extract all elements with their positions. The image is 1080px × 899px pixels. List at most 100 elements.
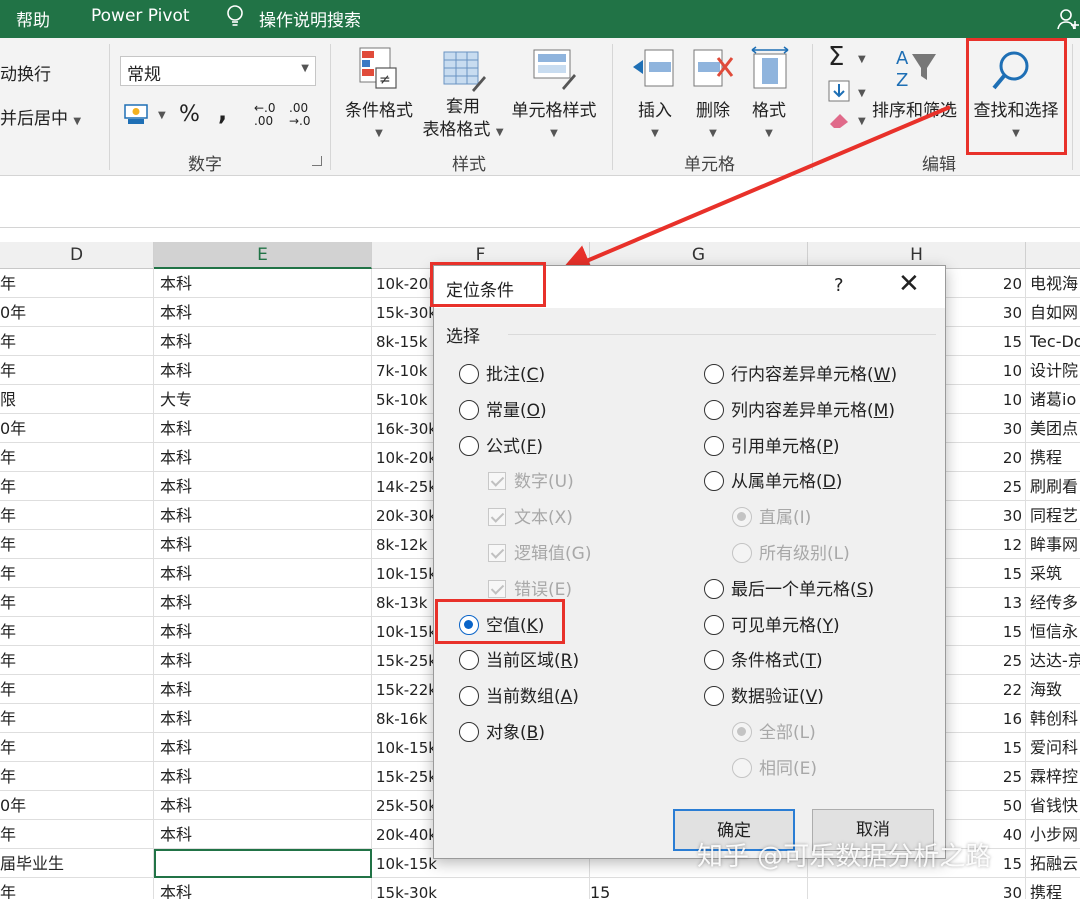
eraser-icon[interactable] bbox=[828, 110, 852, 130]
cell-styles-button[interactable]: 单元格样式 ▼ bbox=[508, 96, 600, 141]
radio-icon[interactable] bbox=[459, 686, 479, 707]
conditional-format-button[interactable]: 条件格式 ▼ bbox=[343, 96, 415, 141]
cell-e[interactable]: 本科 bbox=[154, 298, 372, 327]
chevron-down-icon[interactable]: ▼ bbox=[858, 88, 866, 99]
cell-i[interactable]: 霖梓控 bbox=[1026, 762, 1080, 791]
cell-i[interactable]: 海致 bbox=[1026, 675, 1080, 704]
radio-icon[interactable] bbox=[704, 399, 724, 420]
cell-e[interactable]: 本科 bbox=[154, 530, 372, 559]
option-r-left[interactable]: 当前区域(R) bbox=[459, 646, 579, 671]
radio-icon[interactable] bbox=[704, 686, 724, 707]
cell-d[interactable]: 年 bbox=[0, 269, 154, 298]
chevron-down-icon[interactable]: ▼ bbox=[158, 110, 166, 121]
chevron-down-icon[interactable]: ▼ bbox=[858, 116, 866, 127]
format-button[interactable]: 格式 ▼ bbox=[750, 96, 788, 141]
cell-i[interactable]: 自如网 bbox=[1026, 298, 1080, 327]
cell-e[interactable]: 本科 bbox=[154, 646, 372, 675]
radio-icon[interactable] bbox=[459, 364, 479, 384]
cell-d[interactable]: 年 bbox=[0, 617, 154, 646]
cell-d[interactable]: 年 bbox=[0, 530, 154, 559]
fill-down-icon[interactable] bbox=[828, 80, 850, 102]
cell-d[interactable]: 年 bbox=[0, 559, 154, 588]
merge-center-button[interactable]: 并后居中 ▼ bbox=[0, 104, 81, 129]
cell-e[interactable]: 本科 bbox=[154, 327, 372, 356]
increase-decimal-button[interactable]: ←.0 .00 bbox=[254, 102, 284, 128]
option-m-right[interactable]: 列内容差异单元格(M) bbox=[704, 396, 895, 421]
cell-i[interactable]: 经传多 bbox=[1026, 588, 1080, 617]
cell-d[interactable]: 年 bbox=[0, 443, 154, 472]
option-a-left[interactable]: 当前数组(A) bbox=[459, 682, 579, 707]
option-t-right[interactable]: 条件格式(T) bbox=[704, 646, 823, 671]
cell-d[interactable]: 年 bbox=[0, 675, 154, 704]
cell-i[interactable]: 拓融云 bbox=[1026, 849, 1080, 878]
share-user-icon[interactable] bbox=[1056, 7, 1080, 31]
cell-d[interactable]: 年 bbox=[0, 878, 154, 899]
radio-icon[interactable] bbox=[704, 435, 724, 456]
formula-bar[interactable] bbox=[0, 176, 1080, 228]
help-button[interactable]: ? bbox=[834, 275, 844, 296]
cell-e[interactable]: 本科 bbox=[154, 675, 372, 704]
cell-e[interactable]: 本科 bbox=[154, 356, 372, 385]
delete-button[interactable]: 删除 ▼ bbox=[694, 96, 732, 141]
cell-e[interactable]: 本科 bbox=[154, 704, 372, 733]
radio-icon[interactable] bbox=[704, 471, 724, 492]
cell-i[interactable]: 携程 bbox=[1026, 443, 1080, 472]
cell-d[interactable]: 年 bbox=[0, 327, 154, 356]
option-p-right[interactable]: 引用单元格(P) bbox=[704, 432, 840, 457]
cell-d[interactable]: 年 bbox=[0, 704, 154, 733]
radio-icon[interactable] bbox=[459, 722, 479, 742]
option-w-right[interactable]: 行内容差异单元格(W) bbox=[704, 360, 897, 385]
tab-help[interactable]: 帮助 bbox=[16, 6, 50, 31]
percent-button[interactable]: % bbox=[179, 102, 200, 127]
cell-d[interactable]: 年 bbox=[0, 501, 154, 530]
radio-icon[interactable] bbox=[459, 399, 479, 420]
cell-e[interactable]: 本科 bbox=[154, 762, 372, 791]
wrap-text-button[interactable]: 动换行 bbox=[0, 60, 51, 85]
close-icon[interactable]: ✕ bbox=[898, 270, 920, 298]
tab-power-pivot[interactable]: Power Pivot bbox=[91, 6, 190, 26]
cell-e[interactable]: 本科 bbox=[154, 791, 372, 820]
option-v-right[interactable]: 数据验证(V) bbox=[704, 682, 824, 707]
cell-i[interactable]: 采筑 bbox=[1026, 559, 1080, 588]
cell-h[interactable]: 30 bbox=[808, 878, 1026, 899]
cell-i[interactable]: 携程 bbox=[1026, 878, 1080, 899]
cell-e[interactable]: 本科 bbox=[154, 617, 372, 646]
cell-i[interactable]: 眸事网 bbox=[1026, 530, 1080, 559]
cell-d[interactable]: 年 bbox=[0, 646, 154, 675]
cell-i[interactable]: 达达-京 bbox=[1026, 646, 1080, 675]
option-c-left[interactable]: 批注(C) bbox=[459, 360, 545, 385]
comma-style-button[interactable]: , bbox=[218, 98, 227, 126]
option-o-left[interactable]: 常量(O) bbox=[459, 396, 547, 421]
sort-filter-button[interactable]: 排序和筛选 bbox=[872, 96, 957, 121]
radio-icon[interactable] bbox=[704, 614, 724, 635]
cell-d[interactable]: 年 bbox=[0, 588, 154, 617]
cell-e[interactable]: 本科 bbox=[154, 501, 372, 530]
cell-e[interactable] bbox=[154, 849, 372, 878]
cell-i[interactable]: 小步网 bbox=[1026, 820, 1080, 849]
cell-e[interactable]: 本科 bbox=[154, 733, 372, 762]
format-as-table-button[interactable]: 套用 表格格式 ▼ bbox=[420, 96, 506, 144]
cell-d[interactable]: 限 bbox=[0, 385, 154, 414]
number-format-dropdown[interactable]: 常规 ▼ bbox=[120, 56, 316, 86]
cell-i[interactable]: 省钱快 bbox=[1026, 791, 1080, 820]
cell-g[interactable]: 15 bbox=[590, 878, 808, 899]
column-header-d[interactable]: D bbox=[0, 242, 154, 269]
option-s-right[interactable]: 最后一个单元格(S) bbox=[704, 575, 874, 600]
cell-i[interactable]: 恒信永 bbox=[1026, 617, 1080, 646]
cell-e[interactable]: 本科 bbox=[154, 878, 372, 899]
decrease-decimal-button[interactable]: .00 →.0 bbox=[289, 102, 319, 128]
cell-i[interactable]: 韩创科 bbox=[1026, 704, 1080, 733]
cell-e[interactable]: 本科 bbox=[154, 443, 372, 472]
dialog-titlebar[interactable]: 定位条件 ? ✕ bbox=[430, 262, 945, 308]
cell-i[interactable]: 美团点 bbox=[1026, 414, 1080, 443]
cell-d[interactable]: 年 bbox=[0, 820, 154, 849]
insert-button[interactable]: 插入 ▼ bbox=[636, 96, 674, 141]
cell-i[interactable]: 诸葛io bbox=[1026, 385, 1080, 414]
chevron-down-icon[interactable]: ▼ bbox=[858, 54, 866, 65]
cell-e[interactable]: 本科 bbox=[154, 588, 372, 617]
autosum-icon[interactable]: Σ bbox=[828, 42, 844, 72]
column-header-e[interactable]: E bbox=[154, 242, 372, 269]
radio-icon[interactable] bbox=[704, 364, 724, 384]
cell-f[interactable]: 15k-30k bbox=[372, 878, 590, 899]
cell-e[interactable]: 本科 bbox=[154, 414, 372, 443]
